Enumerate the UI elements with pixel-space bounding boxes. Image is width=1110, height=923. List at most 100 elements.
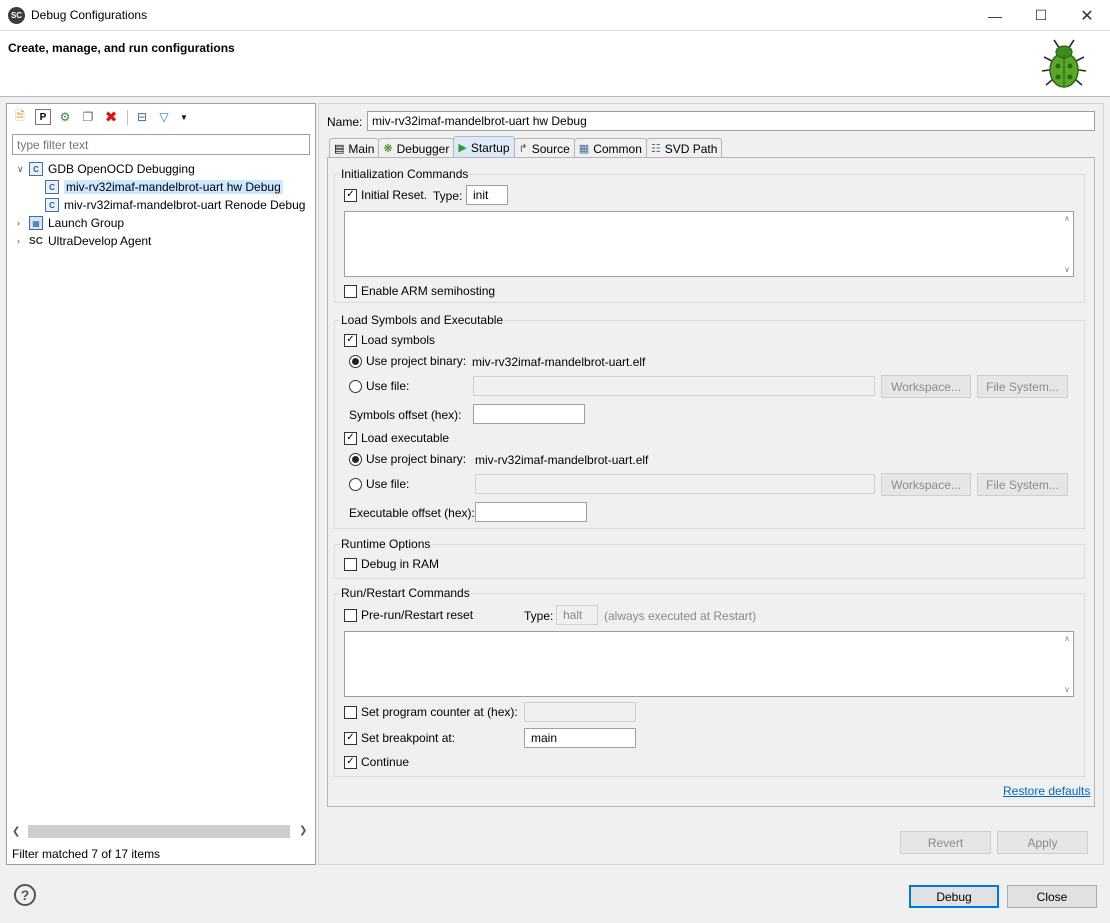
debug-in-ram-checkbox[interactable] — [344, 557, 357, 571]
toolbar-separator — [127, 110, 128, 125]
tab-source[interactable]: ↱ Source — [513, 138, 575, 158]
chevron-down-icon[interactable]: ∨ — [17, 164, 29, 175]
symbols-offset-label: Symbols offset (hex): — [349, 408, 462, 422]
use-project-binary-label: Use project binary: — [366, 452, 467, 466]
filter-status: Filter matched 7 of 17 items — [12, 847, 161, 861]
close-icon[interactable]: ✕ — [1064, 0, 1110, 31]
minimize-icon[interactable]: — — [972, 0, 1018, 31]
set-pc-checkbox[interactable] — [344, 705, 357, 719]
set-pc-row: Set program counter at (hex): — [344, 705, 518, 719]
symbols-file-input[interactable] — [473, 376, 875, 396]
runtime-options-group — [334, 544, 1085, 579]
duplicate-icon[interactable]: ❐ — [80, 109, 96, 125]
symbols-project-binary-radio[interactable] — [349, 354, 362, 368]
chevron-right-icon[interactable]: › — [17, 218, 29, 228]
scroll-down-icon[interactable]: ∨ — [1064, 685, 1070, 694]
config-tree: ∨ C GDB OpenOCD Debugging C miv-rv32imaf… — [17, 160, 312, 250]
tree-item-gdb-openocd[interactable]: ∨ C GDB OpenOCD Debugging — [17, 160, 312, 178]
exec-file-input[interactable] — [475, 474, 875, 494]
continue-checkbox[interactable]: ✓ — [344, 755, 357, 769]
init-type-input[interactable]: init — [466, 185, 508, 205]
tab-label: Startup — [470, 140, 510, 155]
exec-binary-value: miv-rv32imaf-mandelbrot-uart.elf — [475, 453, 649, 467]
run-type-hint: (always executed at Restart) — [604, 609, 757, 623]
symbols-filesystem-button[interactable]: File System... — [977, 375, 1068, 398]
tab-label: Main — [348, 141, 375, 156]
scroll-right-icon[interactable]: ❯ — [299, 825, 307, 836]
title-bar: SC Debug Configurations — ☐ ✕ — [0, 0, 1110, 31]
tree-item-hw-debug[interactable]: C miv-rv32imaf-mandelbrot-uart hw Debug — [17, 178, 312, 196]
symbols-use-file-row: Use file: — [349, 379, 409, 393]
scrollbar-thumb[interactable] — [28, 825, 290, 838]
startup-tab-page: Initialization Commands ✓ Initial Reset.… — [327, 157, 1095, 807]
exec-project-binary-row: Use project binary: — [349, 452, 466, 466]
symbols-workspace-button[interactable]: Workspace... — [881, 375, 971, 398]
exec-use-file-radio[interactable] — [349, 477, 362, 491]
delete-icon[interactable]: ✖ — [103, 109, 119, 126]
prerun-checkbox[interactable] — [344, 608, 357, 622]
chevron-right-icon[interactable]: › — [17, 236, 29, 246]
tab-svd-path[interactable]: ☷ SVD Path — [645, 138, 723, 158]
init-commands-textarea[interactable]: ∧ ∨ — [344, 211, 1074, 277]
scroll-down-icon[interactable]: ∨ — [1064, 265, 1070, 274]
set-pc-input[interactable] — [524, 702, 636, 722]
run-type-input[interactable]: halt — [556, 605, 598, 625]
exec-workspace-button[interactable]: Workspace... — [881, 473, 971, 496]
filter-icon[interactable]: ▽ — [156, 109, 172, 125]
run-commands-textarea[interactable]: ∧ ∨ — [344, 631, 1074, 697]
horizontal-scrollbar[interactable]: ❮ ❯ — [12, 823, 310, 840]
app-icon: SC — [8, 7, 25, 24]
symbols-offset-input[interactable] — [473, 404, 585, 424]
window-title: Debug Configurations — [31, 8, 148, 22]
load-executable-row: ✓ Load executable — [344, 431, 449, 445]
tree-item-launch-group[interactable]: › ▦ Launch Group — [17, 214, 312, 232]
load-symbols-group — [334, 320, 1085, 529]
scroll-up-icon[interactable]: ∧ — [1064, 634, 1070, 643]
tree-item-renode-debug[interactable]: C miv-rv32imaf-mandelbrot-uart Renode De… — [17, 196, 312, 214]
export-icon[interactable]: ⚙ — [57, 109, 73, 125]
exec-project-binary-radio[interactable] — [349, 452, 362, 466]
tree-icon: ☷ — [650, 143, 661, 155]
name-input[interactable]: miv-rv32imaf-mandelbrot-uart hw Debug — [367, 111, 1095, 131]
new-prototype-icon[interactable]: P — [35, 109, 51, 125]
load-executable-checkbox[interactable]: ✓ — [344, 431, 357, 445]
chevron-down-icon[interactable]: ▼ — [176, 109, 192, 125]
scroll-up-icon[interactable]: ∧ — [1064, 214, 1070, 223]
tree-item-ultradevelop-agent[interactable]: › SC UltraDevelop Agent — [17, 232, 312, 250]
close-button[interactable]: Close — [1007, 885, 1097, 908]
continue-label: Continue — [361, 755, 410, 769]
maximize-icon[interactable]: ☐ — [1018, 0, 1064, 31]
common-icon: ▦ — [578, 143, 590, 155]
initial-reset-checkbox[interactable]: ✓ — [344, 188, 357, 202]
semihosting-checkbox[interactable] — [344, 284, 357, 298]
load-executable-label: Load executable — [361, 431, 450, 445]
tab-label: SVD Path — [664, 141, 718, 156]
tab-main[interactable]: ▤ Main — [329, 138, 380, 158]
debug-button[interactable]: Debug — [909, 885, 999, 908]
collapse-all-icon[interactable]: ⊟ — [134, 109, 150, 125]
tab-common[interactable]: ▦ Common — [573, 138, 647, 158]
use-project-binary-label: Use project binary: — [366, 354, 467, 368]
exec-offset-input[interactable] — [475, 502, 587, 522]
launch-group-icon: ▦ — [29, 216, 43, 230]
apply-button[interactable]: Apply — [997, 831, 1088, 854]
revert-button[interactable]: Revert — [900, 831, 991, 854]
exec-filesystem-button[interactable]: File System... — [977, 473, 1068, 496]
config-editor-panel: Name: miv-rv32imaf-mandelbrot-uart hw De… — [318, 103, 1104, 865]
exec-use-file-row: Use file: — [349, 477, 409, 491]
load-symbols-row: ✓ Load symbols — [344, 333, 435, 347]
use-file-label: Use file: — [366, 477, 410, 491]
new-config-icon[interactable]: 🗎 — [12, 109, 28, 125]
play-icon: ▶ — [458, 142, 467, 154]
scroll-left-icon[interactable]: ❮ — [12, 826, 26, 837]
tab-startup[interactable]: ▶ Startup — [453, 136, 515, 158]
set-breakpoint-checkbox[interactable]: ✓ — [344, 731, 357, 745]
breakpoint-input[interactable]: main — [524, 728, 636, 748]
help-icon[interactable]: ? — [14, 884, 36, 906]
tab-debugger[interactable]: ❋ Debugger — [378, 138, 455, 158]
filter-input[interactable] — [12, 134, 310, 155]
restore-defaults-link[interactable]: Restore defaults — [1003, 784, 1090, 798]
prerun-row: Pre-run/Restart reset — [344, 608, 473, 622]
symbols-use-file-radio[interactable] — [349, 379, 362, 393]
load-symbols-checkbox[interactable]: ✓ — [344, 333, 357, 347]
